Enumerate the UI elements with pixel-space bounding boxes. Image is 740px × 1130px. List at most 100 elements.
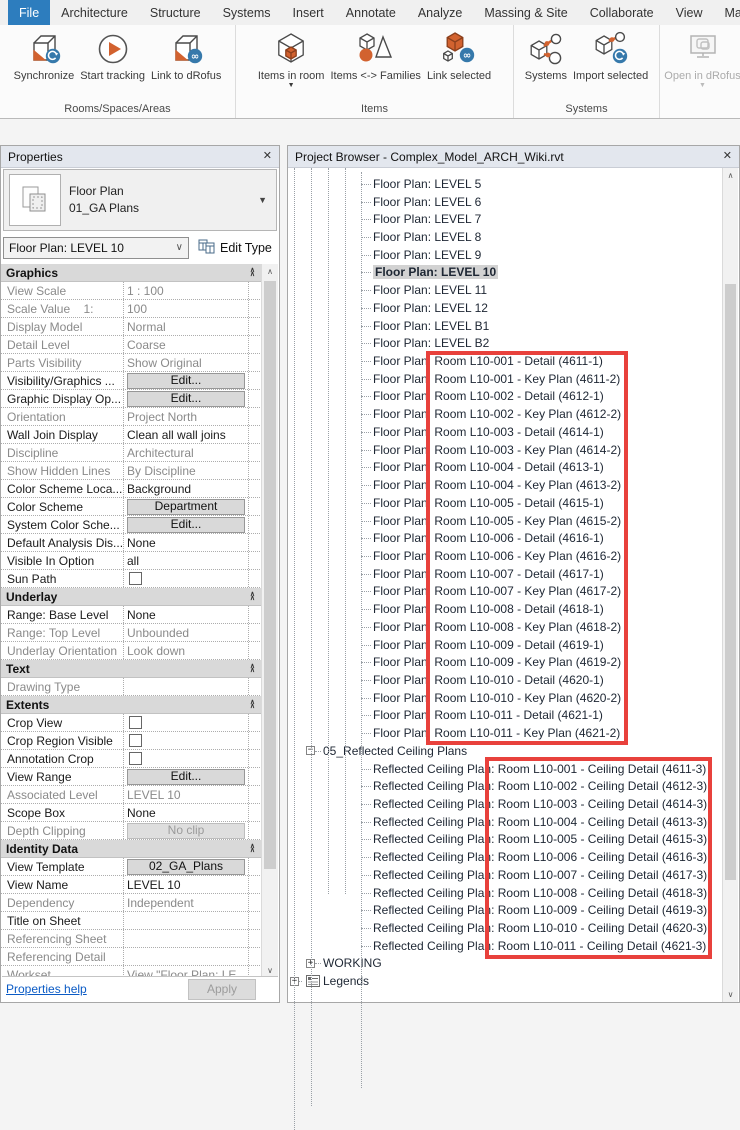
property-value[interactable]: Edit... (124, 768, 249, 785)
ribbon-tab-architecture[interactable]: Architecture (50, 0, 139, 25)
tree-item[interactable]: Floor Plan: Room L10-010 - Detail (4620-… (288, 671, 722, 689)
property-value[interactable]: 02_GA_Plans (124, 858, 249, 875)
collapse-chevron-icon[interactable]: ∧∧ (250, 269, 257, 277)
section-header-identity-data[interactable]: Identity Data∧∧ (1, 840, 262, 858)
tree-item[interactable]: Floor Plan: LEVEL 10 (288, 264, 722, 282)
project-browser-scrollbar[interactable]: ∧ ∨ (722, 168, 738, 1002)
close-icon[interactable]: ✕ (723, 151, 732, 162)
ribbon-tab-analyze[interactable]: Analyze (407, 0, 473, 25)
tree-item[interactable]: Floor Plan: Room L10-004 - Detail (4613-… (288, 459, 722, 477)
edit--button[interactable]: Edit... (127, 517, 245, 533)
import-selected-button[interactable]: Import selected (570, 27, 651, 84)
tree-item[interactable]: Reflected Ceiling Plan: Room L10-010 - C… (288, 919, 722, 937)
department-button[interactable]: Department (127, 499, 245, 515)
tree-item[interactable]: Floor Plan: Room L10-009 - Key Plan (461… (288, 653, 722, 671)
tree-item[interactable]: Floor Plan: Room L10-011 - Key Plan (462… (288, 724, 722, 742)
tree-item[interactable]: Reflected Ceiling Plan: Room L10-003 - C… (288, 795, 722, 813)
scrollbar-thumb[interactable] (725, 284, 736, 880)
tree-item[interactable]: Floor Plan: Room L10-011 - Detail (4621-… (288, 707, 722, 725)
ribbon-tab-file[interactable]: File (8, 0, 50, 25)
tree-item[interactable]: Floor Plan: Room L10-008 - Key Plan (461… (288, 618, 722, 636)
tree-item[interactable]: Reflected Ceiling Plan: Room L10-001 - C… (288, 760, 722, 778)
ribbon-tab-annotate[interactable]: Annotate (335, 0, 407, 25)
collapse-chevron-icon[interactable]: ∧∧ (250, 845, 257, 853)
scroll-up-icon[interactable]: ∧ (262, 264, 278, 279)
ribbon-tab-massing-site[interactable]: Massing & Site (473, 0, 578, 25)
collapse-chevron-icon[interactable]: ∧∧ (250, 665, 257, 673)
scrollbar-thumb[interactable] (264, 281, 276, 869)
tree-item[interactable]: Floor Plan: Room L10-001 - Detail (4611-… (288, 352, 722, 370)
tree-item[interactable]: Floor Plan: Room L10-003 - Detail (4614-… (288, 423, 722, 441)
tree-item[interactable]: Floor Plan: Room L10-002 - Detail (4612-… (288, 388, 722, 406)
property-value[interactable]: None (124, 804, 249, 821)
property-value[interactable]: Edit... (124, 372, 249, 389)
items-in-room-button[interactable]: Items in room▼ (255, 27, 328, 90)
scroll-up-icon[interactable]: ∧ (723, 168, 738, 183)
property-value[interactable] (124, 930, 249, 947)
properties-scrollbar[interactable]: ∧ ∨ (261, 264, 278, 978)
tree-item[interactable]: Floor Plan: Room L10-005 - Detail (4615-… (288, 494, 722, 512)
synchronize-button[interactable]: Synchronize (11, 27, 78, 84)
tree-item[interactable]: Floor Plan: LEVEL 12 (288, 299, 722, 317)
tree-item[interactable]: Floor Plan: Room L10-008 - Detail (4618-… (288, 600, 722, 618)
tree-item[interactable]: Floor Plan: Room L10-006 - Detail (4616-… (288, 529, 722, 547)
tree-item[interactable]: Floor Plan: LEVEL 5 (288, 175, 722, 193)
view-type-combo[interactable]: Floor Plan: LEVEL 10 ∨ (3, 237, 189, 259)
tree-item[interactable]: Floor Plan: Room L10-002 - Key Plan (461… (288, 405, 722, 423)
tree-item[interactable]: Floor Plan: LEVEL 8 (288, 228, 722, 246)
tree-item[interactable]: Floor Plan: Room L10-007 - Key Plan (461… (288, 583, 722, 601)
property-value[interactable] (124, 732, 249, 749)
property-value[interactable] (124, 912, 249, 929)
tree-item[interactable]: Floor Plan: Room L10-007 - Detail (4617-… (288, 565, 722, 583)
scroll-down-icon[interactable]: ∨ (723, 987, 738, 1002)
property-value[interactable]: By Discipline (124, 462, 249, 479)
type-selector-dropdown-icon[interactable]: ▼ (258, 195, 267, 205)
items-families-button[interactable]: Items <-> Families (327, 27, 423, 84)
edit-type-button[interactable]: Edit Type (198, 239, 272, 257)
systems-button[interactable]: Systems (522, 27, 570, 84)
checkbox[interactable] (129, 752, 142, 765)
ribbon-tab-structure[interactable]: Structure (139, 0, 212, 25)
tree-item[interactable]: Floor Plan: LEVEL B1 (288, 317, 722, 335)
collapse-chevron-icon[interactable]: ∧∧ (250, 593, 257, 601)
tree-branch[interactable]: −05_Reflected Ceiling Plans (288, 742, 722, 760)
tree-item[interactable]: Reflected Ceiling Plan: Room L10-011 - C… (288, 937, 722, 955)
property-value[interactable] (124, 948, 249, 965)
property-value[interactable]: Clean all wall joins (124, 426, 249, 443)
tree-item[interactable]: Floor Plan: LEVEL 9 (288, 246, 722, 264)
property-value[interactable]: Edit... (124, 390, 249, 407)
tree-item[interactable]: Floor Plan: Room L10-009 - Detail (4619-… (288, 636, 722, 654)
project-browser-titlebar[interactable]: Project Browser - Complex_Model_ARCH_Wik… (288, 146, 739, 168)
close-icon[interactable]: ✕ (263, 151, 272, 162)
tree-item[interactable]: Reflected Ceiling Plan: Room L10-007 - C… (288, 866, 722, 884)
tree-item[interactable]: Floor Plan: LEVEL 6 (288, 193, 722, 211)
tree-item[interactable]: Floor Plan: LEVEL 7 (288, 210, 722, 228)
property-value[interactable]: Look down (124, 642, 249, 659)
collapse-chevron-icon[interactable]: ∧∧ (250, 701, 257, 709)
link-selected-button[interactable]: ∞Link selected (424, 27, 494, 84)
checkbox[interactable] (129, 734, 142, 747)
property-value[interactable]: LEVEL 10 (124, 876, 249, 893)
tree-item[interactable]: Floor Plan: Room L10-003 - Key Plan (461… (288, 441, 722, 459)
section-header-underlay[interactable]: Underlay∧∧ (1, 588, 262, 606)
section-header-graphics[interactable]: Graphics∧∧ (1, 264, 262, 282)
edit--button[interactable]: Edit... (127, 391, 245, 407)
property-value[interactable]: None (124, 534, 249, 551)
tree-item[interactable]: Floor Plan: Room L10-006 - Key Plan (461… (288, 547, 722, 565)
property-value[interactable]: 100 (124, 300, 249, 317)
section-header-text[interactable]: Text∧∧ (1, 660, 262, 678)
property-value[interactable] (124, 714, 249, 731)
ribbon-tab-manage[interactable]: Manage (714, 0, 740, 25)
dropdown-arrow-icon[interactable]: ▼ (699, 83, 706, 89)
tree-item[interactable]: Floor Plan: LEVEL 11 (288, 281, 722, 299)
tree-item[interactable]: Reflected Ceiling Plan: Room L10-005 - C… (288, 831, 722, 849)
edit--button[interactable]: Edit... (127, 373, 245, 389)
checkbox[interactable] (129, 716, 142, 729)
property-value[interactable]: No clip (124, 822, 249, 839)
tree-item[interactable]: Floor Plan: Room L10-005 - Key Plan (461… (288, 512, 722, 530)
ribbon-tab-systems[interactable]: Systems (212, 0, 282, 25)
tree-item[interactable]: Reflected Ceiling Plan: Room L10-006 - C… (288, 848, 722, 866)
apply-button[interactable]: Apply (188, 979, 256, 1000)
tree-item[interactable]: Reflected Ceiling Plan: Room L10-008 - C… (288, 884, 722, 902)
tree-item[interactable]: Floor Plan: Room L10-010 - Key Plan (462… (288, 689, 722, 707)
